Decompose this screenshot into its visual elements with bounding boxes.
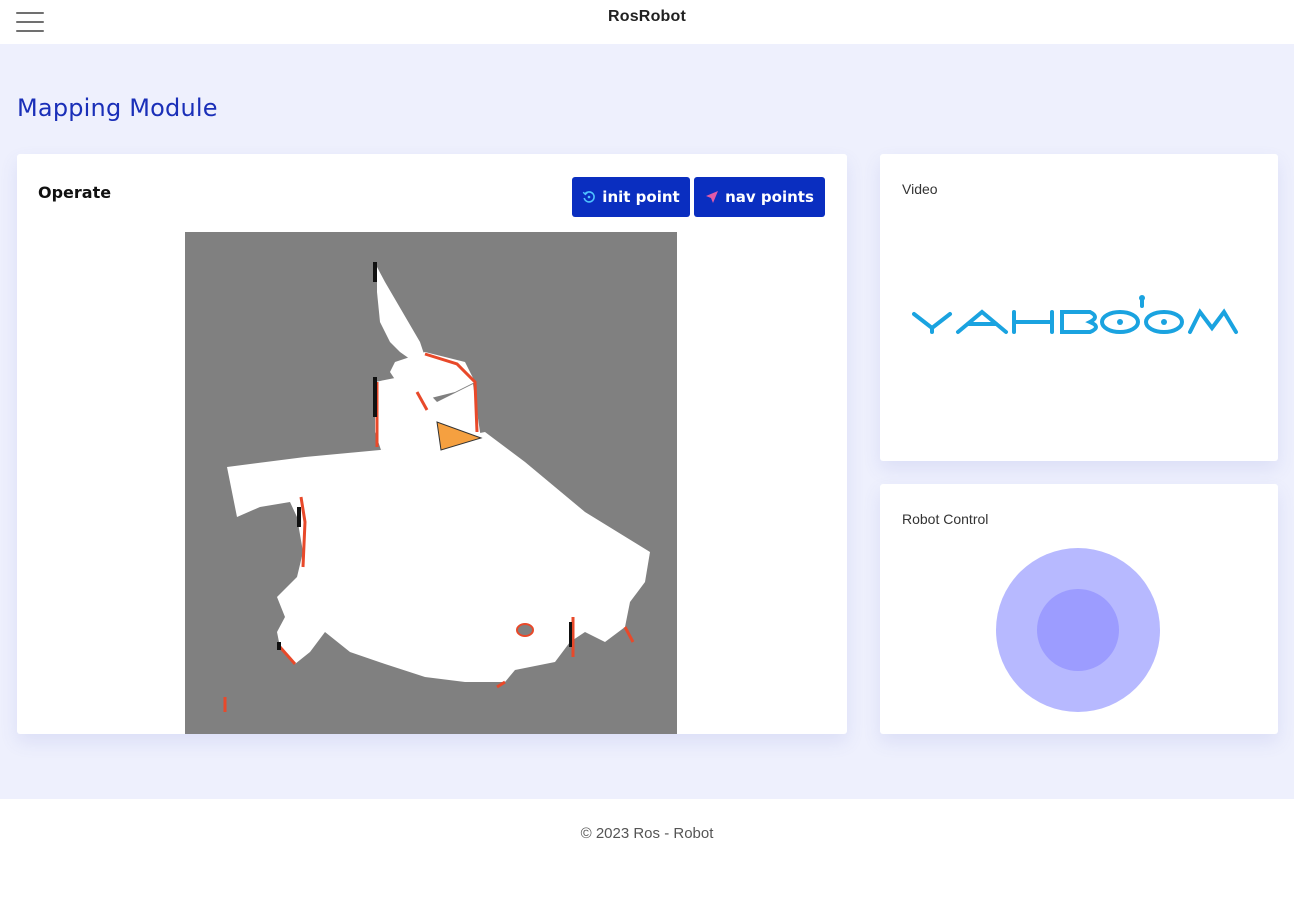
operate-title: Operate <box>38 183 112 202</box>
reset-icon <box>582 190 596 204</box>
init-point-button[interactable]: init point <box>572 177 690 217</box>
yahboom-logo <box>912 294 1246 338</box>
video-title: Video <box>902 181 938 197</box>
map-free-space-corridor <box>377 267 425 364</box>
init-point-label: init point <box>602 188 680 206</box>
nav-points-button[interactable]: nav points <box>694 177 825 217</box>
robot-control-title: Robot Control <box>902 511 989 527</box>
page-title: Mapping Module <box>17 94 218 122</box>
navigation-arrow-icon <box>705 190 719 204</box>
footer-copyright: © 2023 Ros - Robot <box>580 825 714 842</box>
robot-control-card: Robot Control <box>880 484 1278 734</box>
operate-card: Operate init point nav points <box>17 154 847 734</box>
video-card: Video <box>880 154 1278 461</box>
joystick-base[interactable] <box>996 548 1160 712</box>
app-title: RosRobot <box>607 8 687 25</box>
nav-points-label: nav points <box>725 188 814 206</box>
top-bar: RosRobot <box>0 0 1294 44</box>
occupancy-map[interactable] <box>185 232 677 734</box>
map-free-space <box>227 432 650 682</box>
joystick-handle[interactable] <box>1037 589 1119 671</box>
footer: © 2023 Ros - Robot <box>0 799 1294 900</box>
